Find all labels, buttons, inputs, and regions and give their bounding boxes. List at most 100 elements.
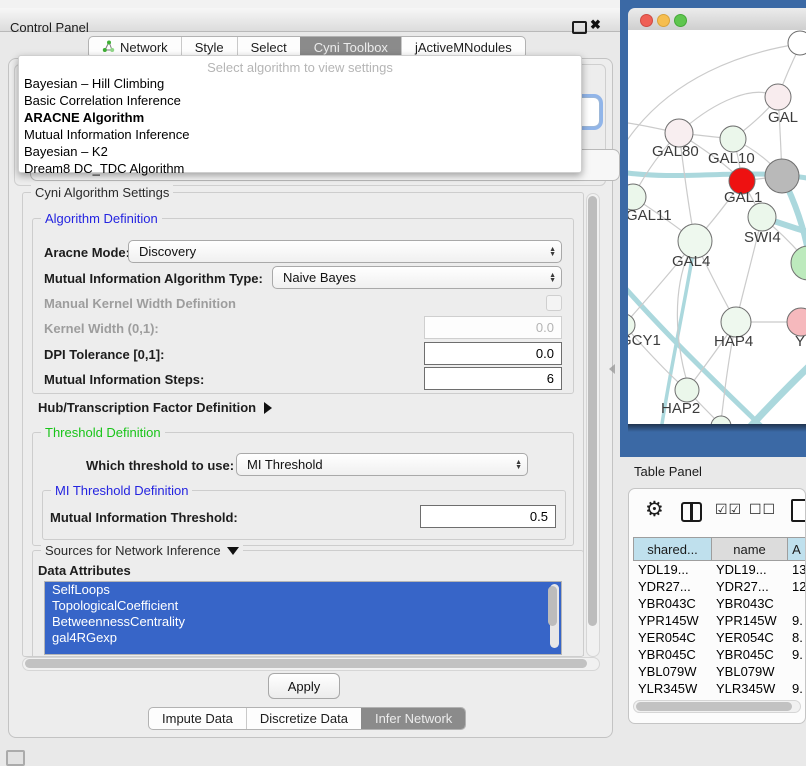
table-row[interactable]: YLR345WYLR345W9.: [633, 680, 805, 697]
node[interactable]: [788, 31, 806, 55]
tab-discretize-data[interactable]: Discretize Data: [246, 708, 361, 729]
table-cell: YLR345W: [711, 680, 787, 697]
network-canvas[interactable]: GALGAL80GAL10GAL1SWI4GAL11GAL4GCY1HAP4YH…: [628, 30, 806, 424]
list-scrollbar[interactable]: [550, 584, 559, 648]
node-label: GAL11: [628, 207, 672, 224]
node[interactable]: [791, 246, 806, 280]
which-threshold-combo[interactable]: MI Threshold ▲▼: [236, 453, 528, 476]
node[interactable]: [765, 159, 799, 193]
window-close-icon[interactable]: [640, 14, 653, 27]
window-zoom-icon[interactable]: [674, 14, 687, 27]
table-body: YDL19...YDL19...13YDR27...YDR27...12YBR0…: [633, 561, 805, 699]
tab-label: Impute Data: [162, 711, 233, 726]
select-all-columns-icon[interactable]: ☑☑: [715, 501, 742, 518]
node-label: HAP4: [714, 333, 753, 350]
attribute-item[interactable]: SelfLoops: [45, 582, 561, 598]
table-row[interactable]: YDL19...YDL19...13: [633, 561, 805, 578]
collapse-arrow-icon: [227, 547, 239, 555]
table-row[interactable]: YBR043CYBR043C: [633, 595, 805, 612]
tab-label: Discretize Data: [260, 711, 348, 726]
network-window: GALGAL80GAL10GAL1SWI4GAL11GAL4GCY1HAP4YH…: [628, 8, 806, 432]
tab-impute-data[interactable]: Impute Data: [149, 708, 246, 729]
algorithm-option[interactable]: Bayesian – K2: [19, 143, 581, 160]
mi-steps-label: Mutual Information Steps:: [44, 372, 204, 387]
table-row[interactable]: YBR045CYBR045C9.: [633, 646, 805, 663]
table-horizontal-scrollbar[interactable]: [633, 700, 801, 713]
node-swi4[interactable]: [748, 203, 776, 231]
edge[interactable]: [628, 282, 806, 424]
dpi-tolerance-value: 0.0: [536, 346, 554, 361]
table-cell: 8.: [787, 629, 805, 646]
table-row[interactable]: YPR145WYPR145W9.: [633, 612, 805, 629]
node-gal10[interactable]: [720, 126, 746, 152]
panel-divider-grip[interactable]: [609, 364, 615, 374]
algorithm-option[interactable]: Mutual Information Inference: [19, 126, 581, 143]
dpi-tolerance-field[interactable]: 0.0: [424, 342, 562, 365]
algorithm-option[interactable]: Basic Correlation Inference: [19, 92, 581, 109]
node-label: GAL10: [708, 150, 755, 167]
gear-icon[interactable]: ⚙: [645, 497, 664, 522]
collapsed-panel-icon[interactable]: [6, 750, 25, 766]
algorithm-option[interactable]: ARACNE Algorithm: [19, 109, 581, 126]
column-header-name[interactable]: name: [711, 538, 787, 560]
deselect-all-columns-icon[interactable]: ☐☐: [749, 501, 776, 518]
algorithm-definition-title: Algorithm Definition: [41, 211, 162, 226]
table-cell: [787, 595, 805, 612]
attribute-item[interactable]: TopologicalCoefficient: [45, 598, 561, 614]
table-cell: 12: [787, 578, 805, 595]
node-label: GCY1: [628, 332, 661, 349]
attribute-item[interactable]: gal4RGexp: [45, 630, 561, 646]
table-panel-title: Table Panel: [634, 464, 702, 479]
manual-kernel-checkbox[interactable]: [546, 295, 562, 311]
table-row[interactable]: YBL079WYBL079W: [633, 663, 805, 680]
close-icon[interactable]: ✖: [590, 17, 601, 33]
table-header-row: shared...nameA: [633, 537, 805, 561]
manual-kernel-label: Manual Kernel Width Definition: [44, 296, 236, 311]
mi-threshold-label: Mutual Information Threshold:: [50, 510, 238, 525]
aracne-mode-combo[interactable]: Discovery ▲▼: [128, 240, 562, 263]
attribute-item[interactable]: BetweennessCentrality: [45, 614, 561, 630]
sources-group-title[interactable]: Sources for Network Inference: [41, 543, 243, 558]
mi-threshold-field[interactable]: 0.5: [420, 505, 556, 528]
settings-vertical-scrollbar[interactable]: [586, 193, 600, 657]
network-icon: [102, 40, 115, 56]
settings-horizontal-scrollbar[interactable]: [22, 657, 600, 671]
hub-definition-toggle[interactable]: Hub/Transcription Factor Definition: [38, 400, 272, 415]
mi-threshold-group-title: MI Threshold Definition: [51, 483, 192, 498]
data-attributes-list[interactable]: SelfLoopsTopologicalCoefficientBetweenne…: [44, 581, 562, 655]
table-row[interactable]: YER054CYER054C8.: [633, 629, 805, 646]
table-cell: YDR27...: [633, 578, 711, 595]
table-row[interactable]: YIL052CYIL052C9: [633, 697, 805, 699]
mi-type-value: Naive Bayes: [283, 270, 356, 285]
mi-type-combo[interactable]: Naive Bayes ▲▼: [272, 266, 562, 289]
document-icon[interactable]: [791, 499, 806, 522]
apply-button[interactable]: Apply: [268, 673, 340, 699]
algorithm-option[interactable]: Bayesian – Hill Climbing: [19, 75, 581, 92]
window-minimize-icon[interactable]: [657, 14, 670, 27]
mi-steps-value: 6: [547, 371, 554, 386]
edge[interactable]: [724, 348, 806, 424]
node-label: SWI4: [744, 229, 781, 246]
mi-steps-field[interactable]: 6: [424, 367, 562, 390]
table-cell: YDR27...: [711, 578, 787, 595]
tab-infer-network[interactable]: Infer Network: [361, 708, 465, 729]
attribute-item[interactable]: [45, 646, 561, 655]
table-cell: YBR043C: [633, 595, 711, 612]
node-gal[interactable]: [765, 84, 791, 110]
node-hap2[interactable]: [675, 378, 699, 402]
table-row[interactable]: YDR27...YDR27...12: [633, 578, 805, 595]
algorithm-option[interactable]: Dream8 DC_TDC Algorithm: [19, 160, 581, 177]
table-cell: 9.: [787, 680, 805, 697]
tab-label: jActiveMNodules: [415, 40, 512, 55]
column-header-shared[interactable]: shared...: [633, 538, 711, 560]
control-panel-titlebar: Control Panel ✖: [0, 8, 620, 32]
node-y[interactable]: [787, 308, 806, 336]
table-cell: YBR043C: [711, 595, 787, 612]
split-columns-icon[interactable]: [681, 502, 702, 522]
table-cell: YBL079W: [633, 663, 711, 680]
table-panel-card: ⚙ ☑☑ ☐☐ shared...nameA YDL19...YDL19...1…: [628, 488, 806, 724]
float-window-icon[interactable]: [572, 21, 587, 34]
column-header-a[interactable]: A: [787, 538, 805, 560]
sources-title-text: Sources for Network Inference: [45, 543, 221, 558]
dpi-tolerance-label: DPI Tolerance [0,1]:: [44, 347, 164, 362]
